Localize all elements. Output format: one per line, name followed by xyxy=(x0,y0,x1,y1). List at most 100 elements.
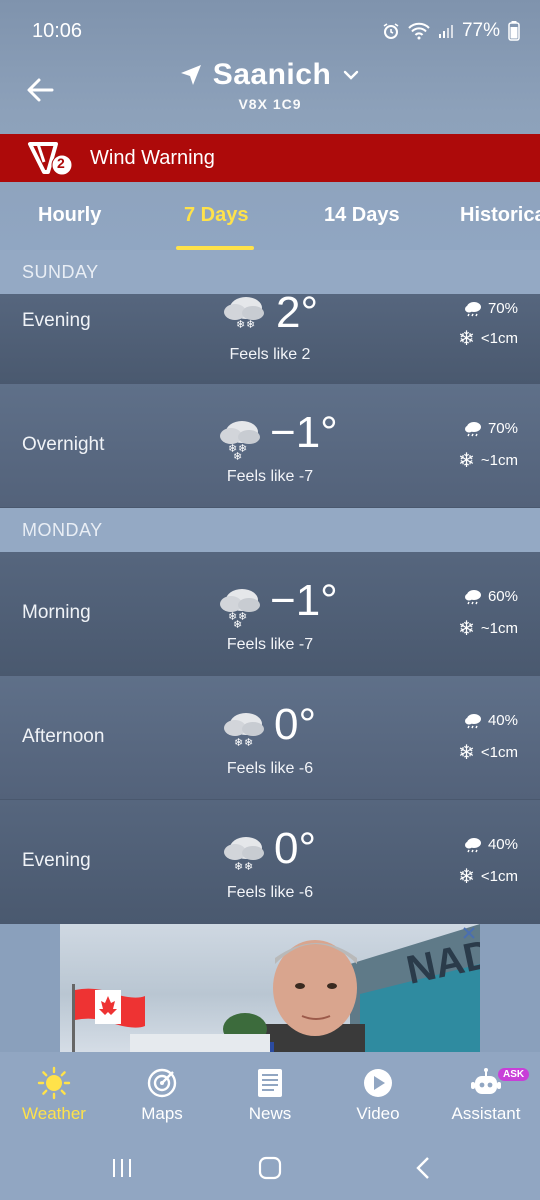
day-header-monday: MONDAY xyxy=(0,508,540,552)
snowflake-icon: ❄ xyxy=(458,742,475,764)
snowflake-icon: ❄ xyxy=(458,450,475,472)
warning-level-icon: 2 xyxy=(26,138,76,178)
snow-value: <1cm xyxy=(480,744,518,761)
tab-hourly[interactable]: Hourly xyxy=(38,204,101,227)
wifi-icon xyxy=(408,22,430,40)
snow-cloud-icon: ❄ ❄ xyxy=(224,713,264,749)
ask-badge: ASK xyxy=(498,1068,530,1081)
rain-cloud-icon xyxy=(464,421,481,436)
precip-probability: 40% xyxy=(464,836,518,853)
pop-value: 70% xyxy=(487,300,518,317)
nav-assistant[interactable]: ASK Assistant xyxy=(432,1066,540,1124)
sun-icon xyxy=(37,1066,71,1100)
pop-value: 40% xyxy=(487,712,518,729)
precip-probability: 60% xyxy=(464,588,518,605)
radar-icon xyxy=(147,1068,177,1098)
nav-weather[interactable]: Weather xyxy=(0,1066,108,1124)
alarm-icon xyxy=(383,23,399,39)
period-label: Afternoon xyxy=(22,726,105,747)
warning-level: 2 xyxy=(57,155,65,171)
nav-label: Weather xyxy=(22,1104,86,1123)
bottom-navigation: Weather Maps News Video ASK Assistant xyxy=(0,1052,540,1132)
temperature: 0° xyxy=(274,700,317,749)
svg-text:❄: ❄ xyxy=(244,736,253,749)
home-icon[interactable] xyxy=(256,1154,284,1182)
snow-amount: ❄ ~1cm xyxy=(458,448,518,473)
temperature: 2° xyxy=(276,288,319,337)
precip-probability: 70% xyxy=(464,300,518,317)
feels-like: Feels like -6 xyxy=(226,884,314,901)
recent-apps-icon[interactable] xyxy=(108,1154,136,1182)
precip-probability: 40% xyxy=(464,712,518,729)
postal-code: V8X 1C9 xyxy=(238,96,302,112)
feels-like: Feels like -6 xyxy=(226,760,314,777)
snow-cloud-icon: ❄ ❄❄ xyxy=(220,421,260,460)
status-time: 10:06 xyxy=(32,20,83,42)
status-icons: 77% xyxy=(382,20,520,42)
nav-maps[interactable]: Maps xyxy=(108,1066,216,1124)
feels-like: Feels like 2 xyxy=(229,346,311,363)
rain-cloud-icon xyxy=(464,301,481,316)
nav-news[interactable]: News xyxy=(216,1066,324,1124)
nav-label: Assistant xyxy=(451,1104,521,1123)
period-label: Evening xyxy=(22,310,91,331)
ad-banner[interactable]: NADA xyxy=(60,924,480,1052)
temperature: 0° xyxy=(274,824,317,873)
feels-like: Feels like -7 xyxy=(226,468,314,485)
nav-label: Video xyxy=(356,1104,400,1123)
ad-image: NADA xyxy=(72,924,480,1052)
snow-value: <1cm xyxy=(480,330,518,347)
snow-amount: ❄ <1cm xyxy=(458,326,518,351)
svg-text:❄: ❄ xyxy=(244,860,253,873)
period-label: Overnight xyxy=(22,434,105,455)
snowflake-icon: ❄ xyxy=(458,866,475,888)
temperature: −1° xyxy=(270,576,338,625)
weather-warning-banner[interactable]: 2 Wind Warning xyxy=(0,134,540,182)
tab-14-days[interactable]: 14 Days xyxy=(324,204,400,227)
period-label: Morning xyxy=(22,602,91,623)
svg-text:❄: ❄ xyxy=(234,736,243,749)
nav-label: News xyxy=(248,1104,292,1123)
snow-value: <1cm xyxy=(480,868,518,885)
forecast-row[interactable]: Morning ❄ ❄ ❄ −1° Feels like -7 60% ❄ ~1cm xyxy=(0,552,540,676)
day-header-sunday: SUNDAY xyxy=(0,250,540,294)
svg-text:❄: ❄ xyxy=(233,450,242,460)
newspaper-icon xyxy=(258,1069,282,1097)
feels-like: Feels like -7 xyxy=(226,636,314,653)
snow-value: ~1cm xyxy=(480,620,518,637)
battery-percent: 77% xyxy=(461,20,500,41)
tab-historical[interactable]: Historica xyxy=(460,204,540,227)
tab-7-days[interactable]: 7 Days xyxy=(184,204,249,227)
nav-video[interactable]: Video xyxy=(324,1066,432,1124)
warning-text: Wind Warning xyxy=(90,146,215,169)
period-label: Evening xyxy=(22,850,91,871)
location-name: Saanich xyxy=(212,58,332,91)
forecast-row[interactable]: Overnight ❄ ❄ ❄ −1° Feels like -7 70% ❄ ~1… xyxy=(0,384,540,508)
back-icon[interactable] xyxy=(410,1154,438,1182)
forecast-row[interactable]: Evening ❄ ❄ 0° Feels like -6 40% ❄ <1cm xyxy=(0,800,540,924)
snow-amount: ❄ <1cm xyxy=(458,740,518,765)
snow-amount: ❄ <1cm xyxy=(458,864,518,889)
location-selector[interactable]: Saanich V8X 1C9 xyxy=(0,58,540,112)
nav-label: Maps xyxy=(141,1104,183,1123)
snow-cloud-icon: ❄ ❄ xyxy=(224,837,264,873)
app-header: 10:06 77% Saanich V8X 1C9 2 Wind Warning xyxy=(0,0,540,250)
snow-cloud-icon: ❄ ❄ xyxy=(224,297,264,331)
pop-value: 60% xyxy=(487,588,518,605)
chevron-down-icon xyxy=(344,70,359,80)
snow-cloud-icon: ❄ ❄❄ xyxy=(220,589,260,628)
forecast-tabs: Hourly 7 Days 14 Days Historica xyxy=(0,186,540,250)
forecast-row[interactable]: Afternoon ❄ ❄ 0° Feels like -6 40% ❄ <1cm xyxy=(0,676,540,800)
rain-cloud-icon xyxy=(464,837,481,852)
snowflake-icon: ❄ xyxy=(458,328,475,350)
play-icon xyxy=(364,1069,392,1097)
status-bar: 10:06 77% xyxy=(0,0,540,60)
pop-value: 40% xyxy=(487,836,518,853)
snow-amount: ❄ ~1cm xyxy=(458,616,518,641)
signal-icon xyxy=(438,25,453,38)
rain-cloud-icon xyxy=(464,713,481,728)
snowflake-icon: ❄ xyxy=(458,618,475,640)
forecast-row[interactable]: Evening ❄ ❄ 2° Feels like 2 70% ❄ <1cm xyxy=(0,288,540,384)
ad-close-icon[interactable] xyxy=(462,926,476,940)
rain-cloud-icon xyxy=(464,589,481,604)
